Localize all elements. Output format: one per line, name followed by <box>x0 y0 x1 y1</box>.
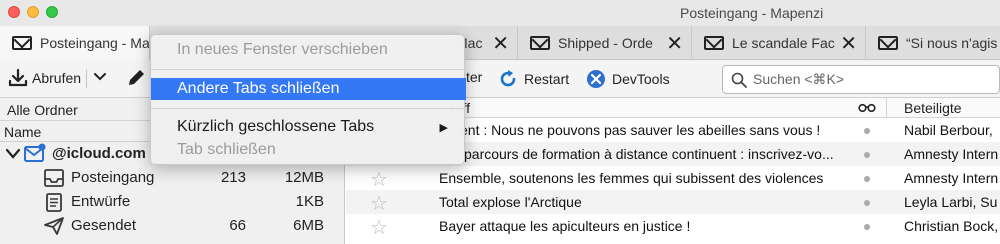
search-placeholder: Suchen <⌘K> <box>753 71 845 87</box>
message-correspondent: Christian Bock, <box>904 218 999 234</box>
window-close-button[interactable] <box>8 6 20 18</box>
download-icon <box>8 69 28 87</box>
message-correspondent: Nabil Berbour, <box>904 122 993 138</box>
folder-unread-count: 213 <box>220 169 246 186</box>
chevron-down-icon[interactable] <box>6 148 20 160</box>
tab-message[interactable]: Shipped - Orde ✕ <box>518 26 692 60</box>
envelope-icon <box>704 36 724 50</box>
folder-name: Entwürfe <box>71 193 131 210</box>
tab-label: Le scandale Fac <box>732 35 835 51</box>
get-messages-button[interactable]: Abrufen <box>8 69 81 87</box>
close-icon[interactable]: ✕ <box>840 31 857 56</box>
message-row[interactable]: ☆ Bayer attaque les apiculteurs en justi… <box>346 214 1000 240</box>
tab-label: Posteingang - Ma <box>40 35 150 51</box>
column-divider[interactable] <box>886 98 887 118</box>
pencil-icon <box>129 70 144 85</box>
folder-size: 12MB <box>284 169 324 186</box>
close-icon[interactable]: ✕ <box>666 31 683 56</box>
message-correspondent: Leyla Larbi, Su <box>904 194 998 210</box>
message-row[interactable]: ☆ Ensemble, soutenons les femmes qui sub… <box>346 166 1000 192</box>
devtools-button[interactable]: DevTools <box>586 69 670 89</box>
restart-button[interactable]: Restart <box>498 69 569 89</box>
account-icon <box>24 143 46 162</box>
devtools-icon <box>587 70 605 88</box>
read-status-dot[interactable] <box>864 128 870 134</box>
account-name: @icloud.com <box>52 145 146 162</box>
menu-item-close-other-tabs[interactable]: Andere Tabs schließen <box>151 78 466 100</box>
inbox-icon <box>44 169 64 187</box>
message-subject: parcours de formation à distance continu… <box>464 146 834 162</box>
read-status-dot[interactable] <box>864 200 870 206</box>
menu-item-recently-closed-tabs[interactable]: Kürzlich geschlossene Tabs ▶ <box>151 116 466 138</box>
tab-label: Shipped - Orde <box>558 35 653 51</box>
star-icon[interactable]: ☆ <box>370 191 388 216</box>
chevron-down-icon <box>94 73 106 81</box>
folder-size: 1KB <box>295 193 324 210</box>
restart-icon <box>500 70 516 87</box>
message-subject: Bayer attaque les apiculteurs en justice… <box>439 218 691 234</box>
message-row[interactable]: ☆ Total explose l'Arctique Leyla Larbi, … <box>346 190 1000 216</box>
close-icon[interactable]: ✕ <box>492 31 509 56</box>
search-input[interactable]: Suchen <⌘K> <box>722 65 1000 94</box>
read-status-column-icon[interactable] <box>858 103 876 113</box>
folder-row-drafts[interactable]: Entwürfe 1KB <box>0 190 345 214</box>
folder-size: 6MB <box>293 217 324 234</box>
tab-context-menu: In neues Fenster verschieben Andere Tabs… <box>150 34 466 165</box>
envelope-icon <box>878 36 898 50</box>
message-correspondent: Amnesty Intern <box>904 170 999 186</box>
read-status-dot[interactable] <box>864 152 870 158</box>
window-title: Posteingang - Mapenzi <box>680 5 824 21</box>
read-status-dot[interactable] <box>864 176 870 182</box>
tab-inbox[interactable]: Posteingang - Ma <box>0 26 150 60</box>
menu-divider <box>151 108 466 109</box>
toolbar-divider <box>86 70 87 88</box>
window-zoom-button[interactable] <box>46 6 58 18</box>
submenu-arrow-icon: ▶ <box>439 122 448 134</box>
folder-unread-count: 66 <box>229 217 246 234</box>
tab-label: “Si nous n'agis <box>906 35 998 51</box>
menu-divider <box>151 69 466 70</box>
message-subject: Total explose l'Arctique <box>439 194 582 210</box>
menu-item-close-tab: Tab schließen <box>177 141 276 158</box>
folder-name: Gesendet <box>71 217 137 234</box>
message-subject: ent : Nous ne pouvons pas sauver les abe… <box>460 122 821 138</box>
folder-row-inbox[interactable]: Posteingang 213 12MB <box>0 166 345 190</box>
sent-icon <box>44 217 64 235</box>
read-status-dot[interactable] <box>864 224 870 230</box>
tab-message[interactable]: Le scandale Fac ✕ <box>692 26 866 60</box>
menu-item-move-to-new-window: In neues Fenster verschieben <box>177 41 388 58</box>
tab-message[interactable]: “Si nous n'agis <box>866 26 1000 60</box>
search-icon <box>731 72 747 88</box>
write-button[interactable] <box>126 68 146 88</box>
folder-row-sent[interactable]: Gesendet 66 6MB <box>0 214 345 238</box>
column-header-correspondents[interactable]: Beteiligte <box>904 100 962 116</box>
message-correspondent: Amnesty Intern <box>904 146 999 162</box>
filter-button[interactable]: ter <box>466 69 482 85</box>
message-subject: Ensemble, soutenons les femmes qui subis… <box>439 170 824 186</box>
envelope-icon <box>12 36 32 50</box>
star-icon[interactable]: ☆ <box>370 167 388 192</box>
star-icon[interactable]: ☆ <box>370 215 388 240</box>
window-minimize-button[interactable] <box>27 6 39 18</box>
drafts-icon <box>46 193 62 212</box>
envelope-icon <box>530 36 550 50</box>
get-messages-dropdown[interactable] <box>94 72 106 82</box>
title-bar: Posteingang - Mapenzi <box>0 0 1000 26</box>
menu-item-label: Kürzlich geschlossene Tabs <box>177 118 375 135</box>
folder-name: Posteingang <box>71 169 155 186</box>
